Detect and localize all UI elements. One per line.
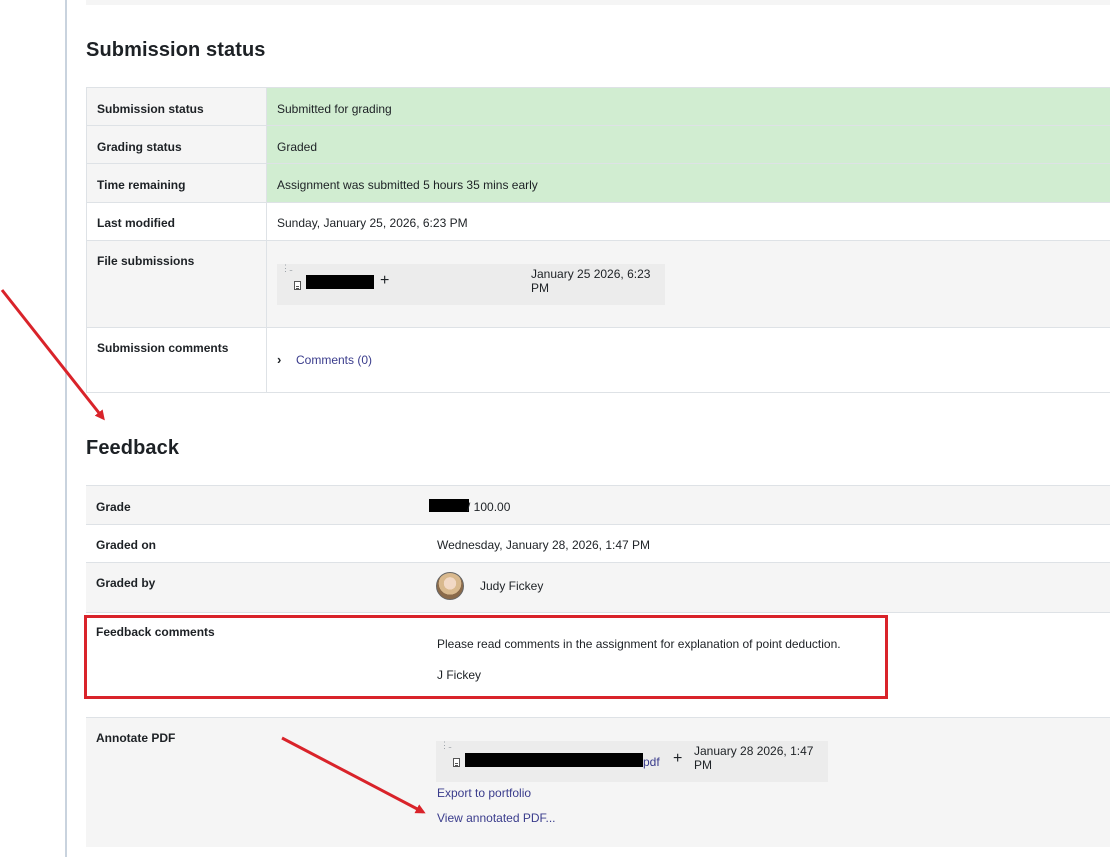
arrow-to-view-annotated-pdf [281, 736, 426, 814]
arrow-to-feedback [0, 289, 105, 421]
annotation-arrows [0, 289, 426, 814]
